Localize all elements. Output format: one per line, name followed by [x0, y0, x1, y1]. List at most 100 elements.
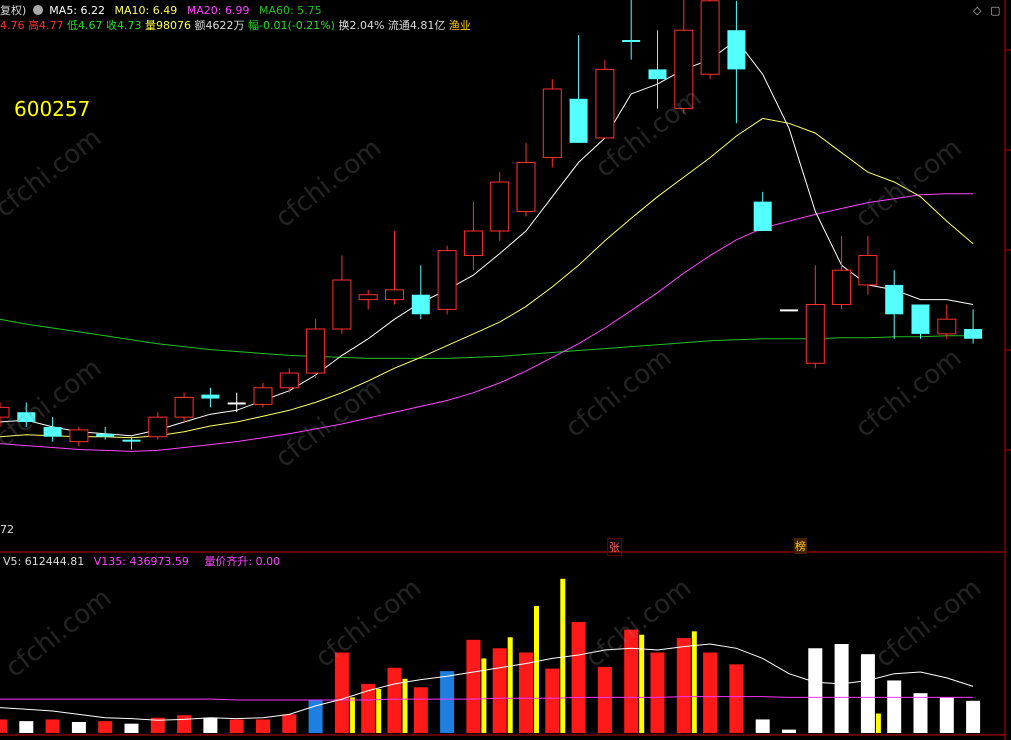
candle-body	[964, 328, 983, 339]
turnover-value: 换2.04%	[338, 19, 385, 32]
volume-bar	[650, 652, 665, 733]
candle-body	[385, 289, 404, 301]
candle-body	[858, 255, 878, 286]
candle-body	[332, 279, 352, 330]
volume-signal-bar	[402, 678, 408, 733]
v135-label: V135: 436973.59	[93, 555, 189, 568]
candle-body	[253, 387, 273, 405]
volume-bar	[834, 644, 849, 733]
ma5-label: MA5: 6.22	[49, 4, 106, 17]
volume-bar	[466, 639, 481, 733]
volume-bar	[413, 687, 428, 733]
liangjia-label: 量价齐升: 0.00	[204, 555, 281, 568]
volume-bar	[256, 719, 270, 733]
candle-body	[463, 230, 483, 257]
volume-bar	[71, 721, 86, 733]
diamond-icon[interactable]: ◇	[973, 4, 981, 17]
volume-bar	[387, 667, 402, 733]
industry-value[interactable]: 渔业	[449, 19, 471, 32]
candle-body	[306, 328, 326, 374]
zhang-marker[interactable]: 张	[607, 538, 622, 556]
volume-bar	[177, 715, 192, 733]
high-value: 高4.77	[28, 19, 64, 32]
kline-chart: 8.6572	[0, 0, 1011, 740]
candle-body	[227, 402, 246, 405]
volume-bar	[913, 693, 928, 733]
ma60-line	[0, 318, 974, 359]
volume-bar	[782, 729, 796, 733]
candle-body	[96, 433, 115, 437]
ma5-line	[0, 39, 974, 437]
candle-body	[437, 250, 457, 310]
indicator-header: 复权) MA5: 6.22 MA10: 6.49 MA20: 6.99 MA60…	[0, 4, 322, 18]
stock-code: 600257	[14, 97, 91, 121]
volume-bar	[966, 700, 981, 733]
candle-body	[174, 397, 194, 418]
maximize-icon[interactable]: ▢	[990, 4, 1000, 17]
change-value: 幅-0.01(-0.21%)	[248, 19, 335, 32]
low-tick-label: 72	[0, 523, 14, 536]
candle-body	[0, 406, 10, 418]
candle-body	[622, 40, 641, 42]
candle-body	[411, 294, 430, 315]
open-value: 4.76	[0, 19, 25, 32]
candle-body	[490, 181, 510, 232]
dropdown-icon[interactable]	[32, 5, 43, 15]
flag-marker[interactable]: 榜	[794, 538, 807, 554]
candle-body	[674, 29, 694, 110]
candle-body	[279, 372, 299, 389]
volume-value: 量98076	[145, 19, 191, 32]
volume-signal-bar	[560, 578, 566, 733]
candle-body	[727, 30, 746, 70]
candle-body	[542, 88, 562, 159]
volume-bar	[729, 664, 744, 733]
volume-signal-bar	[507, 637, 513, 733]
volume-bar	[440, 671, 455, 733]
volume-bar	[492, 648, 507, 733]
v5-label: V5: 612444.81	[3, 555, 85, 568]
ma20-line	[0, 193, 974, 452]
volume-bar	[229, 719, 244, 733]
volume-bar	[282, 714, 297, 733]
volume-bar	[0, 719, 7, 733]
candle-body	[148, 416, 168, 438]
volume-signal-bar	[875, 713, 881, 733]
candle-body	[569, 98, 588, 143]
volume-signal-bar	[349, 697, 355, 733]
v5-line	[0, 643, 974, 721]
float-value: 流通4.81亿	[387, 19, 446, 32]
candle-body	[43, 426, 62, 437]
candle-body	[805, 303, 825, 364]
low-value: 低4.67	[67, 19, 103, 32]
candle-body	[516, 161, 536, 212]
ma10-line	[0, 117, 974, 439]
fq-label[interactable]: 复权)	[0, 4, 26, 17]
volume-bar	[703, 652, 718, 733]
quote-header: 4.76 高4.77 低4.67 收4.73 量98076 额4622万 幅-0…	[0, 19, 471, 33]
volume-bar	[19, 721, 34, 733]
volume-bar	[545, 668, 560, 733]
candle-body	[700, 0, 720, 75]
volume-bar	[361, 683, 376, 733]
volume-signal-bar	[376, 688, 382, 733]
volume-signal-bar	[534, 605, 539, 733]
candle-body	[69, 429, 89, 443]
candle-body	[885, 284, 904, 315]
candle-body	[595, 68, 615, 139]
volume-bar	[334, 652, 349, 733]
volume-bar	[755, 719, 770, 733]
close-value: 收4.73	[106, 19, 142, 32]
candle-body	[358, 294, 378, 301]
ma10-label: MA10: 6.49	[114, 4, 178, 17]
amount-value: 额4622万	[194, 19, 245, 32]
v135-line	[0, 696, 974, 701]
volume-bar	[676, 638, 691, 733]
volume-bar	[624, 629, 639, 733]
volume-bar	[45, 719, 60, 733]
volume-bar	[860, 654, 875, 733]
volume-header: V5: 612444.81 V135: 436973.59 量价齐升: 0.00	[3, 555, 280, 569]
volume-bar	[124, 723, 139, 733]
candle-body	[911, 304, 930, 334]
volume-bar	[571, 621, 586, 733]
volume-bar	[939, 697, 954, 733]
